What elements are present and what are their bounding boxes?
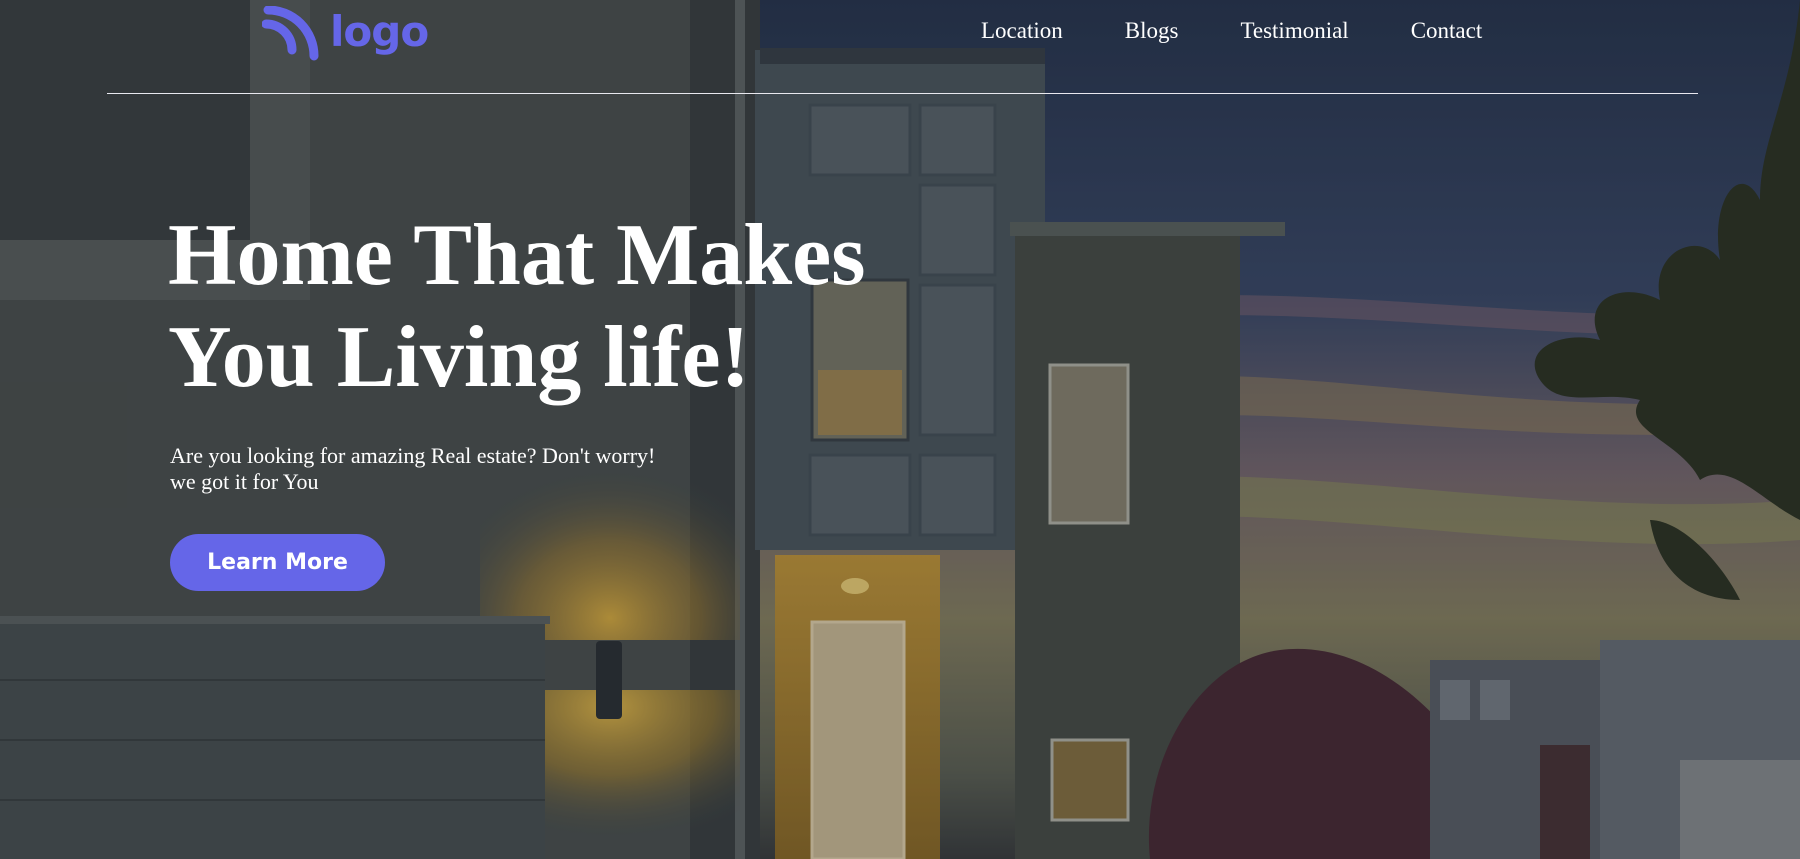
header-divider bbox=[107, 93, 1698, 94]
rss-arcs-icon bbox=[262, 6, 319, 61]
hero-headline-line2: You Living life! bbox=[168, 309, 750, 406]
logo-link[interactable]: logo bbox=[262, 6, 429, 62]
main-nav: Location Blogs Testimonial Contact bbox=[981, 18, 1482, 44]
logo-text: logo bbox=[330, 6, 429, 56]
nav-item-testimonial[interactable]: Testimonial bbox=[1240, 18, 1348, 44]
nav-item-location[interactable]: Location bbox=[981, 18, 1063, 44]
learn-more-button[interactable]: Learn More bbox=[170, 534, 385, 591]
nav-item-blogs[interactable]: Blogs bbox=[1125, 18, 1179, 44]
hero-subtext-line1: Are you looking for amazing Real estate?… bbox=[170, 443, 656, 468]
hero-headline: Home That Makes You Living life! bbox=[168, 205, 968, 409]
hero-dark-overlay bbox=[0, 0, 1800, 859]
hero-subtext: Are you looking for amazing Real estate?… bbox=[170, 443, 690, 495]
hero-subtext-line2: we got it for You bbox=[170, 469, 319, 494]
nav-item-contact[interactable]: Contact bbox=[1411, 18, 1483, 44]
hero-headline-line1: Home That Makes bbox=[168, 207, 866, 304]
hero-section bbox=[0, 0, 1800, 859]
